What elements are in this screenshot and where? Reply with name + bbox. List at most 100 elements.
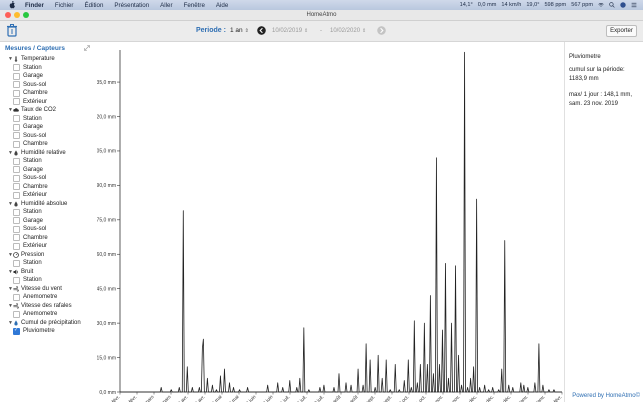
powered-by-link[interactable]: Powered by HomeAtmo© xyxy=(572,393,640,399)
date-to-stepper-icon[interactable]: ⇕ xyxy=(362,28,366,34)
sensor-checkbox[interactable] xyxy=(13,242,20,250)
category-2[interactable]: ▼ Humidité relative xyxy=(0,149,94,158)
sensor-checkbox[interactable] xyxy=(13,191,20,199)
x-tick-label: 13 janv. xyxy=(514,394,530,402)
y-tick-label: 120,0 mm xyxy=(97,114,116,120)
sensor-checkbox[interactable] xyxy=(13,81,20,89)
sensor-checkbox[interactable] xyxy=(13,183,20,191)
sensor-checkbox[interactable] xyxy=(13,259,20,267)
sensor-checkbox[interactable] xyxy=(13,157,20,165)
category-7[interactable]: ▼ Vitesse des rafales xyxy=(0,302,94,311)
zoom-window-button[interactable] xyxy=(23,12,29,18)
sensor-checkbox[interactable] xyxy=(13,276,20,284)
sensor-item: Extérieur xyxy=(0,98,94,107)
cloud-icon xyxy=(13,107,19,113)
sensor-checkbox[interactable] xyxy=(13,98,20,106)
sensor-item: Chambre xyxy=(0,234,94,243)
menu-fichier[interactable]: Fichier xyxy=(55,2,74,9)
menu-fenetre[interactable]: Fenêtre xyxy=(184,2,205,9)
sensor-label: Garage xyxy=(23,217,44,224)
sensor-checkbox[interactable] xyxy=(13,327,20,335)
category-1[interactable]: ▼ Taux de CO2 xyxy=(0,106,94,115)
menu-aller[interactable]: Aller xyxy=(160,2,172,9)
gauge-icon xyxy=(13,251,19,258)
status-wind[interactable]: 14 km/h xyxy=(501,2,521,8)
status-co2-1[interactable]: 598 ppm xyxy=(544,2,566,8)
sensor-label: Sous-sol xyxy=(23,132,47,139)
menu-aide[interactable]: Aide xyxy=(216,2,228,9)
y-tick-label: 15,0 mm xyxy=(97,355,116,361)
category-6[interactable]: ▼ Vitesse du vent xyxy=(0,285,94,294)
x-tick-label: 3 juin xyxy=(245,394,258,402)
sensor-item: Pluviometre xyxy=(0,327,94,336)
next-period-button[interactable] xyxy=(377,26,386,35)
apple-icon[interactable] xyxy=(8,1,16,9)
status-co2-2[interactable]: 567 ppm xyxy=(571,2,593,8)
category-5[interactable]: ▼ Bruit xyxy=(0,268,94,277)
x-tick-label: 27 janv. xyxy=(531,394,547,402)
date-from-field[interactable]: 10/02/2019 ⇕ xyxy=(272,26,308,35)
rain-chart: 0,0 mm 15,0 mm 30,0 mm 45,0 mm 60,0 mm 75,0 m… xyxy=(97,42,564,402)
sensor-label: Sous-sol xyxy=(23,81,47,88)
sensor-item: Station xyxy=(0,259,94,268)
thermometer-icon xyxy=(13,56,19,63)
sensor-checkbox[interactable] xyxy=(13,293,20,301)
speaker-icon xyxy=(13,269,19,275)
sensor-label: Station xyxy=(23,158,42,165)
sensor-checkbox[interactable] xyxy=(13,115,20,123)
category-3[interactable]: ▼ Humidité absolue xyxy=(0,200,94,209)
sensor-checkbox[interactable] xyxy=(13,64,20,72)
sensor-item: Station xyxy=(0,64,94,73)
sensor-checkbox[interactable] xyxy=(13,166,20,174)
wifi-icon[interactable] xyxy=(598,2,604,8)
sensor-checkbox[interactable] xyxy=(13,140,20,148)
status-indoor-temp[interactable]: 19,0° xyxy=(526,2,539,8)
category-4[interactable]: ▼ Pression xyxy=(0,251,94,260)
sensor-item: Station xyxy=(0,157,94,166)
x-tick-label: 15 juil. xyxy=(294,394,308,402)
category-label: Taux de CO2 xyxy=(21,107,57,114)
user-avatar-icon[interactable] xyxy=(620,2,626,8)
sensor-checkbox[interactable] xyxy=(13,234,20,242)
sensor-checkbox[interactable] xyxy=(13,123,20,131)
status-temperature[interactable]: 14,1° xyxy=(460,2,473,8)
category-0[interactable]: ▼ Temperature xyxy=(0,55,94,64)
x-tick-label: 20 mai xyxy=(226,394,240,402)
close-window-button[interactable] xyxy=(5,12,11,18)
sensor-checkbox[interactable] xyxy=(13,132,20,140)
export-button[interactable]: Exporter xyxy=(606,25,637,37)
y-tick-label: 60,0 mm xyxy=(97,252,116,258)
droplet-icon xyxy=(13,150,19,156)
x-tick-label: 7 oct. xyxy=(398,394,411,402)
x-tick-label: 23 sept. xyxy=(377,394,393,402)
sensor-checkbox[interactable] xyxy=(13,208,20,216)
x-tick-label: 10 févr. xyxy=(548,394,563,402)
sensor-item: Anemometre xyxy=(0,293,94,302)
window-controls xyxy=(5,12,29,18)
menu-finder[interactable]: Finder xyxy=(25,2,44,9)
notification-list-icon[interactable] xyxy=(631,2,637,8)
date-to-field[interactable]: 10/02/2020 ⇕ xyxy=(330,26,366,35)
sensor-checkbox[interactable] xyxy=(13,217,20,225)
menu-presentation[interactable]: Présentation xyxy=(114,2,149,9)
sensor-checkbox[interactable] xyxy=(13,310,20,318)
periode-select[interactable]: 1 an ⇕ xyxy=(227,26,252,35)
minimize-window-button[interactable] xyxy=(14,12,20,18)
sensor-checkbox[interactable] xyxy=(13,174,20,182)
category-8[interactable]: ▼ Cumul de précipitation xyxy=(0,319,94,328)
sensor-label: Garage xyxy=(23,124,44,131)
status-rain[interactable]: 0,0 mm xyxy=(478,2,497,8)
x-tick-label: 1 juil. xyxy=(279,394,291,402)
menu-edition[interactable]: Édition xyxy=(85,2,104,9)
sensor-item: Chambre xyxy=(0,140,94,149)
sensor-checkbox[interactable] xyxy=(13,89,20,97)
y-tick-label: 45,0 mm xyxy=(97,286,116,292)
previous-period-button[interactable] xyxy=(257,26,266,35)
sensor-label: Anemometre xyxy=(23,294,58,301)
sensor-checkbox[interactable] xyxy=(13,225,20,233)
trash-icon[interactable] xyxy=(6,24,18,37)
date-from-stepper-icon[interactable]: ⇕ xyxy=(304,28,308,34)
search-icon[interactable] xyxy=(609,2,615,8)
sensor-checkbox[interactable] xyxy=(13,72,20,80)
expand-icon[interactable] xyxy=(84,45,90,51)
